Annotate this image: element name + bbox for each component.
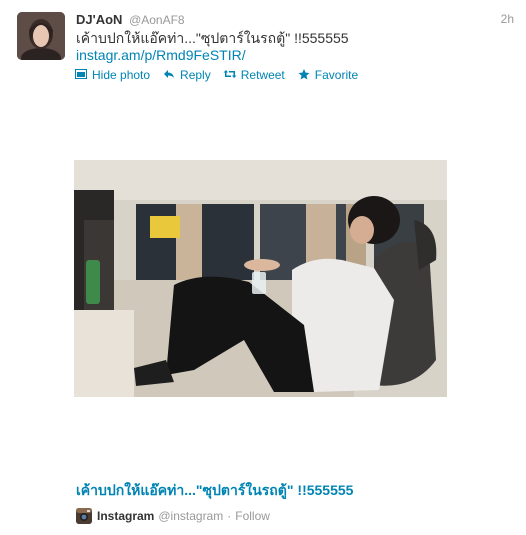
hide-photo-label: Hide photo (92, 68, 151, 82)
reply-label: Reply (180, 68, 211, 82)
avatar[interactable] (17, 12, 65, 60)
source-handle[interactable]: @instagram (158, 509, 223, 523)
retweet-button[interactable]: Retweet (223, 68, 285, 82)
tweet-text: เค้าบปกให้แอ๊คท่า..."ซุปตาร์ในรถตู้" !!5… (76, 30, 349, 46)
favorite-label: Favorite (314, 68, 359, 82)
tweet-photo[interactable] (74, 160, 447, 397)
tweet-header: DJ'AoN @AonAF8 2h (76, 12, 514, 30)
author-fullname[interactable]: DJ'AoN (76, 12, 122, 27)
retweet-icon (223, 69, 237, 81)
author-username[interactable]: @AonAF8 (129, 13, 185, 27)
card-attribution: Instagram @instagram · Follow (76, 508, 270, 524)
source-name[interactable]: Instagram (97, 509, 154, 523)
reply-icon (162, 69, 176, 81)
tweet: DJ'AoN @AonAF8 2h เค้าบปกให้แอ๊คท่า..."ซ… (0, 0, 526, 535)
favorite-button[interactable]: Favorite (297, 68, 358, 82)
star-icon (297, 69, 311, 81)
tweet-timestamp[interactable]: 2h (501, 12, 514, 26)
attribution-separator: · (227, 509, 232, 523)
follow-button[interactable]: Follow (235, 509, 270, 523)
hide-photo-button[interactable]: Hide photo (74, 68, 150, 82)
instagram-icon[interactable] (76, 508, 92, 524)
card-title[interactable]: เค้าบปกให้แอ๊คท่า..."ซุปตาร์ในรถตู้" !!5… (76, 482, 353, 499)
tweet-actions: Hide photo Reply Retweet Favorite (74, 67, 370, 83)
photo-icon (74, 69, 88, 81)
tweet-link[interactable]: instagr.am/p/Rmd9FeSTIR/ (76, 47, 246, 64)
reply-button[interactable]: Reply (162, 68, 211, 82)
retweet-label: Retweet (240, 68, 285, 82)
